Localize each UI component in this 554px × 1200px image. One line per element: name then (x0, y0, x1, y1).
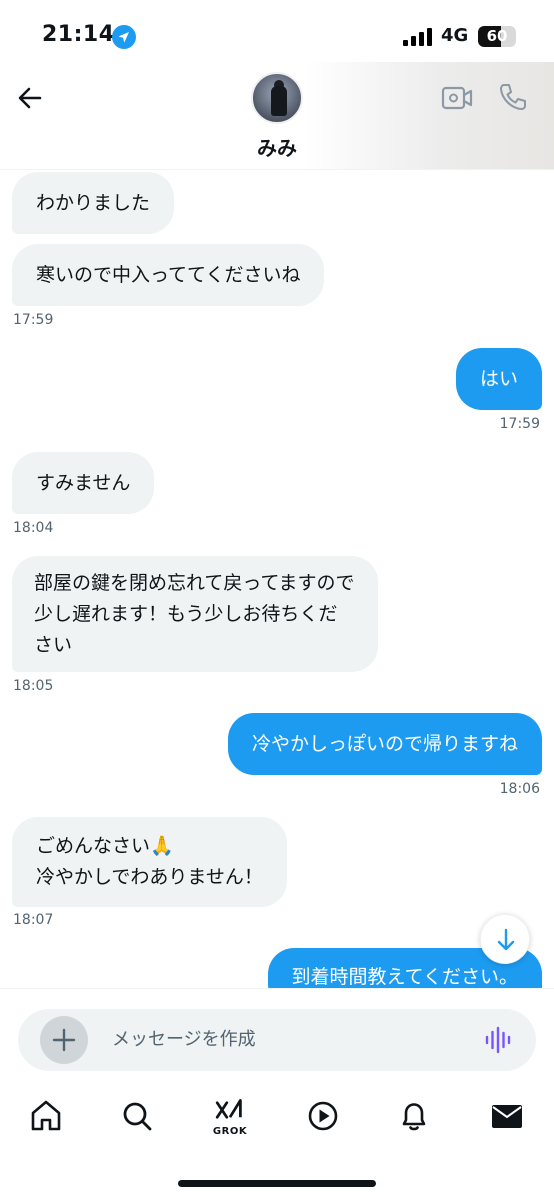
message-bubble-incoming[interactable]: 部屋の鍵を閉め忘れて戻ってますので少し遅れます！もう少しお待ちください (12, 556, 378, 672)
contact-name[interactable]: みみ (0, 132, 554, 161)
message-text-line: 冷やかしでわありません！ (36, 866, 263, 888)
message-bubble-incoming[interactable]: 寒いので中入っててくださいね (12, 244, 325, 306)
message-text: わかりました (36, 192, 151, 214)
network-type: 4G (441, 25, 469, 46)
video-camera-icon[interactable] (441, 84, 473, 112)
message-timestamp: 18:05 (13, 678, 54, 694)
grok-tab[interactable]: GROK (210, 1096, 250, 1137)
status-time: 21:14 (42, 22, 115, 47)
message-input[interactable]: メッセージを作成 (112, 1009, 256, 1071)
scroll-to-bottom-button[interactable] (480, 914, 530, 964)
status-bar: 21:14 4G 60 (0, 0, 554, 70)
message-timestamp: 18:07 (13, 912, 54, 928)
play-icon[interactable] (303, 1096, 343, 1136)
composer-area: メッセージを作成 (0, 988, 554, 1082)
message-bubble-outgoing[interactable]: はい (455, 348, 542, 410)
message-text: 部屋の鍵を閉め忘れて戻ってますので少し遅れます！もう少しお待ちください (34, 571, 355, 656)
message-bubble-incoming[interactable]: すみません (12, 452, 155, 514)
message-composer: メッセージを作成 (18, 1009, 536, 1071)
message-timestamp: 18:04 (13, 520, 54, 536)
grok-label: GROK (212, 1126, 248, 1137)
search-icon[interactable] (117, 1096, 157, 1136)
phone-icon[interactable] (498, 82, 528, 112)
home-icon[interactable] (26, 1096, 66, 1136)
message-text-line: ごめんなさい🙏 (36, 835, 174, 857)
voice-waveform-icon[interactable] (484, 1026, 512, 1054)
battery-icon: 60 (478, 26, 516, 47)
cellular-signal-icon (403, 28, 432, 46)
message-text: はい (479, 368, 518, 390)
location-arrow-icon (112, 25, 136, 49)
grok-icon (215, 1099, 242, 1119)
message-timestamp: 17:59 (499, 416, 540, 432)
message-timestamp: 18:06 (499, 781, 540, 797)
arrow-down-icon (497, 928, 515, 951)
message-text: すみません (36, 472, 131, 494)
chat-header: みみ (0, 62, 554, 170)
message-bubble-incoming[interactable]: ごめんなさい🙏 冷やかしでわありません！ (12, 817, 287, 907)
back-arrow-icon[interactable] (14, 82, 46, 114)
mail-icon[interactable] (487, 1096, 527, 1136)
home-indicator (178, 1180, 376, 1187)
plus-icon (52, 1028, 76, 1052)
message-timestamp: 17:59 (13, 312, 54, 328)
add-attachment-button[interactable] (40, 1016, 88, 1064)
bottom-nav: GROK (0, 1082, 554, 1200)
bell-icon[interactable] (394, 1096, 434, 1136)
message-bubble-incoming[interactable]: わかりました (12, 172, 175, 234)
message-bubble-outgoing[interactable]: 冷やかしっぽいので帰りますね (227, 713, 542, 775)
message-text: 冷やかしっぽいので帰りますね (251, 733, 518, 755)
avatar[interactable] (251, 72, 303, 124)
battery-percentage: 60 (486, 27, 508, 45)
message-text: 寒いので中入っててくださいね (36, 264, 301, 286)
